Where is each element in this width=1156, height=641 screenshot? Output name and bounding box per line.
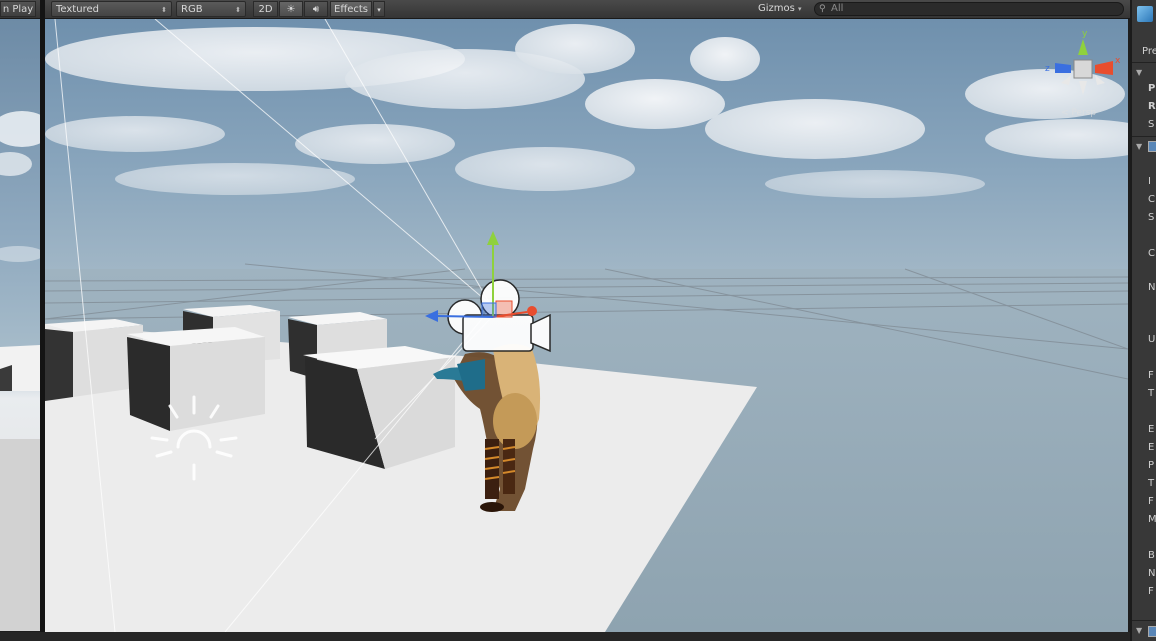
xy-plane-handle[interactable] [495,300,513,318]
play-label: n Play [2,4,34,15]
component-icon [1148,141,1156,152]
cloud [455,147,635,191]
inspector-panel-edge: Pre ▼ P R S ▼ I C S C N U F T E E P T F … [1130,0,1156,641]
cloud [705,99,925,159]
separator [1132,136,1156,137]
inspector-row: S [1148,119,1155,130]
inspector-row: N [1148,282,1156,293]
scene-bottom-border [0,632,1130,641]
character-shoe [480,502,504,512]
separator [1132,62,1156,63]
inspector-row: F [1148,370,1154,381]
2d-toggle-button[interactable]: 2D [253,1,278,17]
chevron-down-icon: ▾ [377,6,381,14]
cube [0,439,40,631]
cube-5[interactable] [303,346,455,469]
cloud [115,163,355,195]
x-axis-arrow-icon[interactable] [527,306,537,316]
dropdown-arrow-icon: ⬍ [235,6,241,14]
search-icon: ⚲ [819,4,826,14]
inspector-row: T [1148,388,1155,399]
cloud [0,152,32,176]
inspector-row: C [1148,194,1155,205]
cube-icon [1137,6,1153,22]
gizmo-center-cube[interactable] [1073,59,1093,79]
cloud [965,69,1125,119]
x-axis-label: x [1115,56,1121,66]
render-mode-label: RGB [181,4,203,15]
shading-mode-dropdown[interactable]: Textured ⬍ [51,1,172,17]
projection-label[interactable]: < Persp [1061,108,1096,118]
component-icon [1148,626,1156,637]
dropdown-arrow-icon: ⬍ [161,6,167,14]
chevron-down-icon: ▾ [798,5,802,13]
inspector-row: U [1148,334,1156,345]
inspector-header-label: Pre [1142,46,1156,57]
cloud [690,37,760,81]
cloud [0,111,40,147]
inspector-row: S [1148,212,1155,223]
game-view-preview [0,111,40,631]
cloud [515,24,635,74]
inspector-row: F [1148,586,1154,597]
gizmos-label: Gizmos [758,3,795,14]
effects-dropdown-button[interactable]: ▾ [373,1,385,17]
inspector-row: E [1148,424,1155,435]
2d-label: 2D [258,4,273,15]
yz-plane-handle[interactable] [481,302,497,318]
render-mode-dropdown[interactable]: RGB ⬍ [176,1,246,17]
gizmos-dropdown[interactable]: Gizmos ▾ [758,1,810,17]
cloud [765,170,985,198]
inspector-row: I [1148,176,1151,187]
cube-shadow [0,365,12,391]
inspector-row: R [1148,101,1156,112]
inspector-row: B [1148,550,1155,561]
effects-label: Effects [334,4,368,15]
scene-lighting-toggle[interactable]: ☀ [279,1,303,17]
inspector-row: P [1148,83,1156,94]
inspector-row: M [1148,514,1156,525]
shading-mode-label: Textured [56,4,99,15]
search-placeholder: All [831,3,844,14]
scene-canvas[interactable]: y x z < Persp [45,19,1128,632]
separator [1132,620,1156,621]
cloud [585,79,725,129]
y-axis-label: y [1082,29,1088,39]
scene-view-viewport[interactable]: y x z < Persp [45,19,1128,632]
effects-button[interactable]: Effects [330,1,372,17]
inspector-row: T [1148,478,1155,489]
game-view-edge [0,19,40,631]
cloud [0,246,40,262]
z-axis-label: z [1045,64,1050,74]
inspector-row: C [1148,248,1155,259]
inspector-row: P [1148,460,1155,471]
inspector-row: F [1148,496,1154,507]
cube-3[interactable] [127,327,265,431]
scene-toolbar: n Play Textured ⬍ RGB ⬍ 2D ☀ 🔊︎ Effects … [0,0,1130,19]
foldout-arrow-icon[interactable]: ▼ [1136,68,1142,77]
hierarchy-search-input[interactable]: ⚲ All [814,2,1124,16]
cloud [45,116,225,152]
foldout-arrow-icon[interactable]: ▼ [1136,142,1142,151]
speaker-icon: 🔊︎ [312,4,320,15]
inspector-row: E [1148,442,1155,453]
inspector-row: N [1148,568,1156,579]
scene-audio-toggle[interactable]: 🔊︎ [304,1,328,17]
foldout-arrow-icon[interactable]: ▼ [1136,626,1142,635]
sun-icon: ☀ [286,4,296,15]
maximize-on-play-button[interactable]: n Play [0,1,36,17]
